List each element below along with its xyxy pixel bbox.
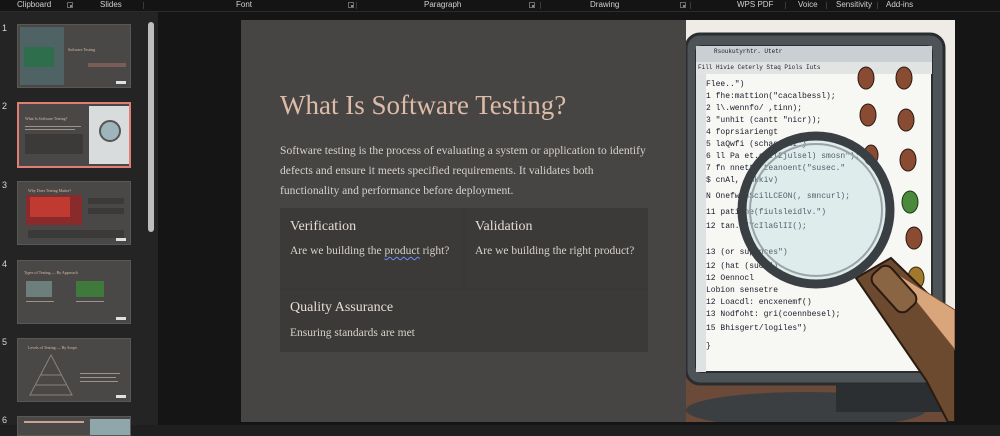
thumbnail-badge [116,81,126,84]
thumbnail-badge [116,317,126,320]
definition-table[interactable]: Verification Are we building the product… [280,208,648,352]
spellcheck-underlined-word: product [384,245,420,257]
cell-text: Are we building the right product? [475,245,635,257]
ribbon-group-drawing[interactable]: Drawing [590,0,619,11]
slide-body-text[interactable]: Software testing is the process of evalu… [280,141,655,201]
ribbon-group-sensitivity[interactable]: Sensitivity [836,0,872,11]
slide-thumbnail-6[interactable] [17,416,131,436]
thumbnail-text-line [25,126,81,127]
thumbnail-table [25,134,83,154]
ribbon-group-add-ins[interactable]: Add-ins [886,0,913,11]
thumbnail-text-line [26,301,54,302]
slide-thumbnail-5[interactable]: Levels of Testing — By Scope [17,338,131,402]
thumbnail-magnifier [99,120,121,142]
cell-heading: Quality Assurance [290,300,394,315]
thumbnail-title: Types of Testing — By Approach [24,270,78,275]
slide-number: 5 [2,337,8,347]
thumbnail-badge [116,238,126,241]
ribbon-separator [826,2,827,9]
table-cell-validation[interactable]: Validation Are we building the right pro… [465,208,648,288]
thumbnail-photo [30,197,70,217]
ribbon-separator [877,2,878,9]
slide-number: 1 [2,23,8,33]
current-slide[interactable]: What Is Software Testing? Software testi… [241,20,955,422]
thumbnail-pyramid [29,353,73,396]
thumbnail-text-line [88,63,126,67]
ribbon-group-labels: Clipboard Slides Font Paragraph Drawing … [0,0,1000,12]
slide-illustration[interactable]: Rsoukutyrhtr. Utetr Fill Hivie Ceterly S… [686,20,955,422]
cell-heading: Validation [475,219,533,234]
slide-number: 6 [2,415,8,425]
thumbnail-photo [76,281,104,297]
ribbon-group-font[interactable]: Font [236,0,252,11]
thumbnail-text-line [76,301,104,302]
ribbon-group-clipboard[interactable]: Clipboard [17,0,51,11]
thumbnail-title: Why Does Testing Matter? [28,188,72,193]
slide-thumbnail-3[interactable]: Why Does Testing Matter? [17,181,131,245]
thumbnail-badge [116,395,126,398]
slide-title[interactable]: What Is Software Testing? [280,90,566,121]
slide-number: 2 [2,101,8,111]
cell-text-part: right? [419,245,450,257]
magnifying-glass-icon [737,131,955,422]
ribbon-separator [690,2,691,9]
thumbnail-text-line [25,129,75,130]
thumbnail-text-line [24,421,84,423]
thumbnail-title: Levels of Testing — By Scope [28,345,78,350]
ribbon-separator [785,2,786,9]
thumbnail-photo [26,281,52,297]
drawing-launcher-icon[interactable] [680,2,686,8]
ribbon-group-slides[interactable]: Slides [100,0,122,11]
clipboard-launcher-icon[interactable] [67,2,73,8]
ribbon-separator [143,2,144,9]
ribbon-group-voice[interactable]: Voice [798,0,818,11]
slide-number: 3 [2,180,8,190]
table-cell-verification[interactable]: Verification Are we building the product… [280,208,463,288]
thumbnail-photo [90,419,130,435]
slide-number: 4 [2,259,8,269]
cell-text-part: Are we building the [290,245,385,257]
slide-thumbnail-2[interactable]: What Is Software Testing? [17,102,131,168]
thumbnail-scrollbar-thumb[interactable] [148,22,154,232]
thumbnail-title: Software Testing [68,47,96,52]
ribbon-separator [356,2,357,9]
slide-thumbnail-4[interactable]: Types of Testing — By Approach [17,260,131,324]
thumbnail-text-line [80,381,118,382]
paragraph-launcher-icon[interactable] [529,2,535,8]
slide-thumbnail-1[interactable]: Software Testing [17,24,131,88]
cell-text: Ensuring standards are met [290,327,415,339]
thumbnail-text-line [88,198,124,204]
font-launcher-icon[interactable] [348,2,354,8]
ribbon-separator [540,2,541,9]
cell-heading: Verification [290,219,357,234]
thumbnail-text-line [88,208,124,214]
thumbnail-text-line [28,230,124,238]
table-cell-quality-assurance[interactable]: Quality Assurance Ensuring standards are… [280,290,648,352]
thumbnail-title: What Is Software Testing? [25,116,68,121]
thumbnail-text-line [80,373,120,374]
thumbnail-text-line [80,377,116,378]
cell-text: Are we building the product right? [290,242,450,261]
ribbon-group-paragraph[interactable]: Paragraph [424,0,461,11]
thumbnail-photo [24,47,54,67]
ribbon-group-wps-pdf[interactable]: WPS PDF [737,0,773,11]
